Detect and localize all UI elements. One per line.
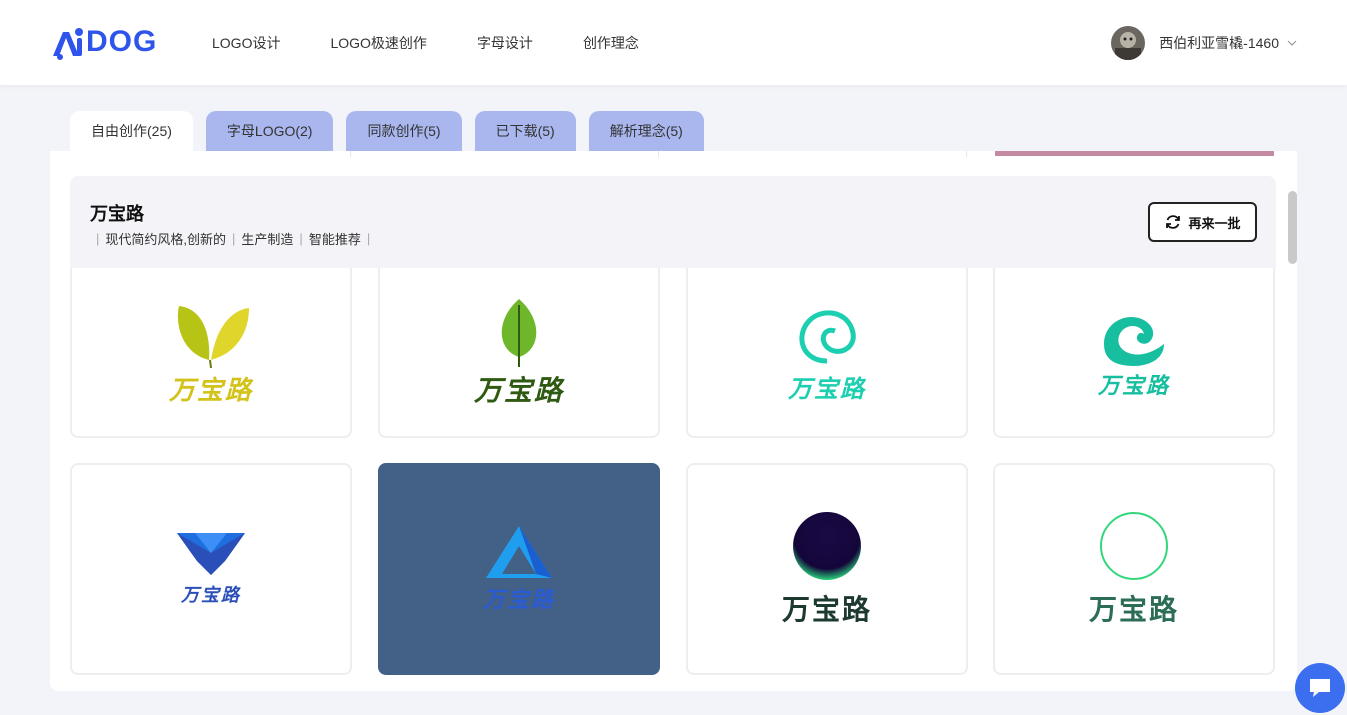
leaf-icon [501,299,537,367]
logo-text-5: 万宝路 [181,585,241,605]
refresh-label: 再来一批 [1188,215,1241,231]
tag-style: 现代简约风格,创新的 [105,232,227,247]
brand-name: 万宝路 [90,204,144,224]
logo-text: DOG [86,25,158,58]
logo-text-3: 万宝路 [788,375,866,403]
logo-card-8[interactable]: 万宝路 [993,463,1275,675]
tag-recommend: 智能推荐 [308,232,361,247]
leaf-pair-icon [177,305,249,368]
logo-text-2: 万宝路 [473,375,564,406]
logo-card-6[interactable]: 万宝路 [378,463,660,675]
ring-icon [1100,512,1168,580]
tab-free-create[interactable]: 自由创作(25) [70,111,193,151]
logo-text-6: 万宝路 [482,587,555,612]
user-menu[interactable]: 西伯利亚雪橇-1460 [1111,26,1297,60]
logo-text-4: 万宝路 [1097,373,1170,398]
nav-letter-design[interactable]: 字母设计 [477,33,533,53]
logo-card-4[interactable]: 万宝路 [993,268,1275,438]
previous-row-edge [50,151,1297,157]
chevron-down-icon[interactable] [1287,38,1297,48]
chat-bubble-icon [1310,679,1330,697]
nav-logo-design[interactable]: LOGO设计 [212,33,280,53]
logo-text-8: 万宝路 [1088,594,1179,625]
logo-card-7[interactable]: 万宝路 [686,463,968,675]
wave-icon [1104,316,1164,366]
logo-card-2[interactable]: 万宝路 [378,268,660,438]
tag-industry: 生产制造 [241,232,294,247]
tab-same-style[interactable]: 同款创作(5) [346,111,462,151]
username: 西伯利亚雪橇-1460 [1159,35,1279,51]
logo-text-1: 万宝路 [168,374,253,405]
dark-circle-icon [793,512,861,580]
nav-logo-fast[interactable]: LOGO极速创作 [330,33,426,53]
brand-tags: | 现代简约风格,创新的 | 生产制造 | 智能推荐 | [96,231,371,247]
avatar[interactable] [1111,26,1146,60]
a-triangle-icon [486,526,552,578]
tab-concept-analysis[interactable]: 解析理念(5) [588,111,704,151]
results-panel: 万宝路 | 现代简约风格,创新的 | 生产制造 | 智能推荐 | 再来一批 万宝… [50,151,1297,691]
top-header: DOG LOGO设计 LOGO极速创作 字母设计 创作理念 西伯利亚雪橇-146… [0,0,1347,85]
scrollbar-thumb[interactable] [1288,191,1297,264]
aidog-logo[interactable]: DOG [50,24,162,60]
tab-letter-logo[interactable]: 字母LOGO(2) [205,111,334,151]
tab-downloaded[interactable]: 已下载(5) [474,111,576,151]
nav-concept[interactable]: 创作理念 [583,33,639,53]
refresh-batch-button[interactable]: 再来一批 [1148,202,1257,242]
brand-info-bar: 万宝路 | 现代简约风格,创新的 | 生产制造 | 智能推荐 | 再来一批 [70,176,1276,268]
refresh-icon [1166,215,1181,229]
logo-card-5[interactable]: 万宝路 [70,463,352,675]
logo-text-7: 万宝路 [781,594,872,625]
chat-support-button[interactable] [1295,663,1345,713]
result-tabs: 自由创作(25) 字母LOGO(2) 同款创作(5) 已下载(5) 解析理念(5… [70,111,717,151]
spiral-icon [799,310,856,363]
main-nav: LOGO设计 LOGO极速创作 字母设计 创作理念 [212,0,689,85]
logo-card-3[interactable]: 万宝路 [686,268,968,438]
v-shape-icon [177,533,245,575]
logo-card-1[interactable]: 万宝路 [70,268,352,438]
